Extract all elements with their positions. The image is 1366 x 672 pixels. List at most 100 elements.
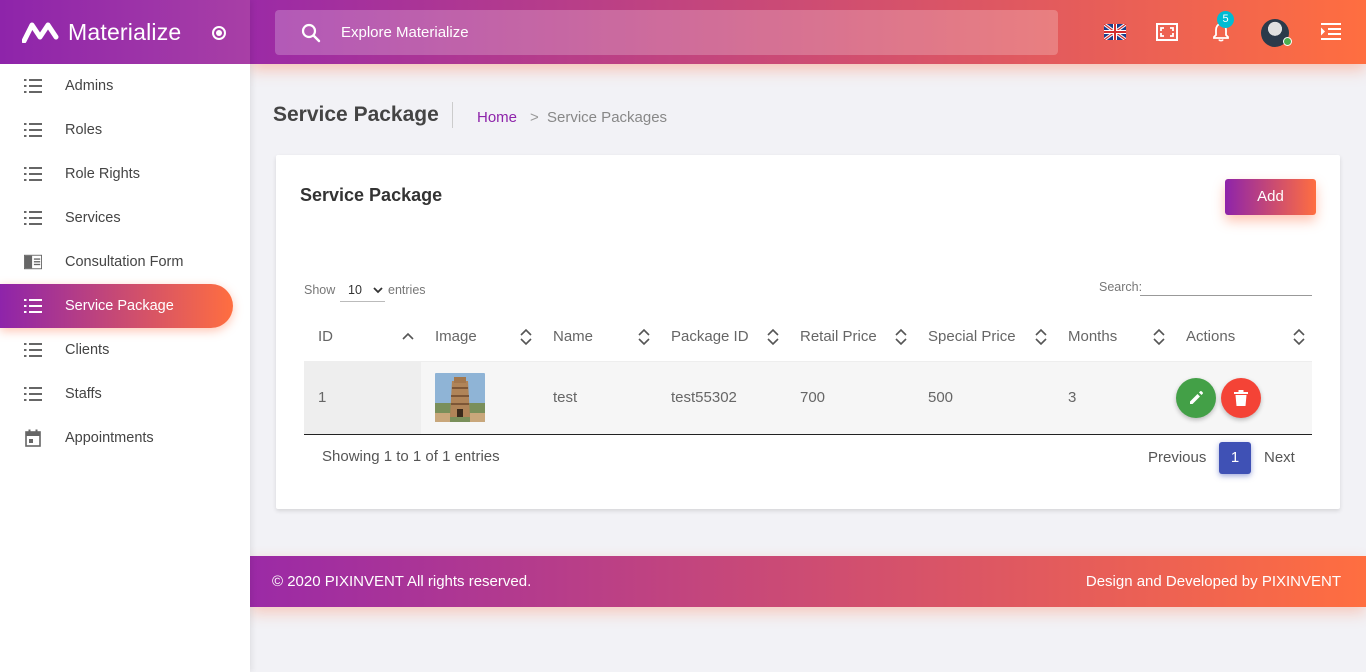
cell-package-id: test55302 bbox=[657, 361, 786, 435]
column-label: ID bbox=[318, 328, 333, 346]
sidebar-item-staffs[interactable]: Staffs bbox=[0, 372, 250, 416]
search-bar[interactable]: Explore Materialize bbox=[275, 10, 1058, 55]
sort-icon bbox=[638, 328, 650, 346]
column-label: Actions bbox=[1186, 328, 1236, 346]
list-icon bbox=[24, 297, 42, 315]
footer-copyright-prefix: © 2020 bbox=[272, 573, 325, 590]
sidebar-item-label: Services bbox=[65, 210, 121, 226]
cell-special-price: 500 bbox=[914, 361, 1054, 435]
search-placeholder: Explore Materialize bbox=[341, 24, 469, 41]
sidebar: Materialize Admins Roles Role Rights Ser… bbox=[0, 0, 250, 672]
breadcrumb-separator: > bbox=[530, 109, 539, 126]
sidebar-item-clients[interactable]: Clients bbox=[0, 328, 250, 372]
notification-badge: 5 bbox=[1217, 11, 1234, 28]
list-icon bbox=[24, 341, 42, 359]
page-title: Service Package bbox=[273, 103, 439, 126]
sidebar-item-label: Roles bbox=[65, 122, 103, 138]
search-icon bbox=[301, 23, 321, 42]
pencil-icon bbox=[1190, 390, 1203, 404]
pagination-previous[interactable]: Previous bbox=[1148, 449, 1206, 466]
cell-retail-price: 700 bbox=[786, 361, 914, 435]
length-value: 10 bbox=[348, 283, 362, 297]
top-navbar: Explore Materialize 5 bbox=[250, 0, 1366, 64]
column-label: Special Price bbox=[928, 328, 1016, 346]
column-label: Retail Price bbox=[800, 328, 877, 346]
sidebar-item-consultation-form[interactable]: Consultation Form bbox=[0, 240, 250, 284]
add-button[interactable]: Add bbox=[1225, 179, 1316, 215]
sidebar-item-label: Staffs bbox=[65, 386, 102, 402]
column-header-id[interactable]: ID bbox=[304, 313, 421, 362]
sidebar-item-admins[interactable]: Admins bbox=[0, 64, 250, 108]
list-icon bbox=[24, 385, 42, 403]
materialize-logo-icon[interactable] bbox=[22, 21, 60, 43]
sidebar-item-label: Appointments bbox=[65, 430, 154, 446]
table-info: Showing 1 to 1 of 1 entries bbox=[322, 448, 500, 465]
column-label: Months bbox=[1068, 328, 1118, 346]
brand-bar: Materialize bbox=[0, 0, 250, 64]
footer-brand-link[interactable]: PIXINVENT bbox=[325, 573, 404, 590]
list-icon bbox=[24, 209, 42, 227]
table-header-row: ID Image Name Package ID Retail Price Sp… bbox=[304, 313, 1312, 362]
column-header-months[interactable]: Months bbox=[1054, 313, 1172, 362]
breadcrumb-current: Service Packages bbox=[547, 109, 668, 126]
sidebar-item-label: Clients bbox=[65, 342, 110, 358]
column-header-retail-price[interactable]: Retail Price bbox=[786, 313, 914, 362]
sort-icon bbox=[1293, 328, 1305, 346]
column-header-special-price[interactable]: Special Price bbox=[914, 313, 1054, 362]
sidebar-item-services[interactable]: Services bbox=[0, 196, 250, 240]
service-package-card: Service Package Add Show 10 entries Sear… bbox=[276, 155, 1340, 509]
chrome-reader-icon bbox=[24, 253, 42, 271]
footer-credit-link[interactable]: PIXINVENT bbox=[1262, 573, 1341, 590]
uk-flag-icon[interactable] bbox=[1103, 20, 1127, 44]
sort-icon bbox=[1153, 328, 1165, 346]
trash-icon bbox=[1234, 389, 1249, 406]
calendar-icon bbox=[24, 429, 42, 447]
sidebar-item-label: Role Rights bbox=[65, 166, 140, 182]
sort-asc-icon bbox=[402, 332, 414, 340]
sidebar-item-appointments[interactable]: Appointments bbox=[0, 416, 250, 460]
footer-copyright: © 2020 PIXINVENT All rights reserved. bbox=[272, 573, 531, 590]
sort-icon bbox=[520, 328, 532, 346]
column-header-image[interactable]: Image bbox=[421, 313, 539, 362]
column-header-actions[interactable]: Actions bbox=[1172, 313, 1312, 362]
footer: © 2020 PIXINVENT All rights reserved. De… bbox=[250, 556, 1366, 607]
package-thumbnail-image[interactable] bbox=[435, 373, 485, 422]
list-icon bbox=[24, 121, 42, 139]
sidebar-item-label: Admins bbox=[65, 78, 114, 94]
footer-credit: Design and Developed by PIXINVENT bbox=[1086, 573, 1341, 590]
sidebar-item-role-rights[interactable]: Role Rights bbox=[0, 152, 250, 196]
breadcrumb-home-link[interactable]: Home bbox=[477, 109, 517, 126]
sort-icon bbox=[895, 328, 907, 346]
sidebar-item-label: Service Package bbox=[65, 298, 174, 314]
sidebar-item-label: Consultation Form bbox=[65, 254, 184, 270]
entries-length-select[interactable]: 10 bbox=[340, 280, 385, 302]
cell-image bbox=[421, 361, 539, 435]
list-icon bbox=[24, 165, 42, 183]
table-search-input[interactable] bbox=[1140, 279, 1312, 296]
edit-button[interactable] bbox=[1176, 377, 1216, 418]
cell-name: test bbox=[539, 361, 657, 435]
column-header-name[interactable]: Name bbox=[539, 313, 657, 362]
table-search-label: Search: bbox=[1099, 280, 1143, 294]
pagination-page-1[interactable]: 1 bbox=[1219, 442, 1251, 474]
column-label: Image bbox=[435, 328, 477, 346]
column-label: Name bbox=[553, 328, 594, 346]
pagination-next[interactable]: Next bbox=[1264, 449, 1295, 466]
sidebar-item-service-package[interactable]: Service Package bbox=[0, 284, 233, 328]
service-package-table: ID Image Name Package ID Retail Price Sp… bbox=[304, 313, 1312, 435]
sidebar-collapse-toggle[interactable] bbox=[212, 26, 226, 40]
column-header-package-id[interactable]: Package ID bbox=[657, 313, 786, 362]
delete-button[interactable] bbox=[1221, 377, 1262, 418]
cell-months: 3 bbox=[1054, 361, 1172, 435]
entries-label: entries bbox=[388, 283, 426, 297]
fullscreen-icon[interactable] bbox=[1155, 20, 1179, 44]
table-row: 1 test test55302 700 500 3 bbox=[304, 361, 1312, 435]
online-status-dot bbox=[1283, 37, 1292, 46]
sidebar-item-roles[interactable]: Roles bbox=[0, 108, 250, 152]
sidebar-menu: Admins Roles Role Rights Services Consul… bbox=[0, 64, 250, 460]
brand-name[interactable]: Materialize bbox=[68, 19, 181, 46]
breadcrumb-divider bbox=[452, 102, 453, 128]
format-indent-icon[interactable] bbox=[1319, 20, 1343, 44]
footer-copyright-suffix: All rights reserved. bbox=[403, 573, 532, 590]
card-title: Service Package bbox=[300, 185, 443, 205]
